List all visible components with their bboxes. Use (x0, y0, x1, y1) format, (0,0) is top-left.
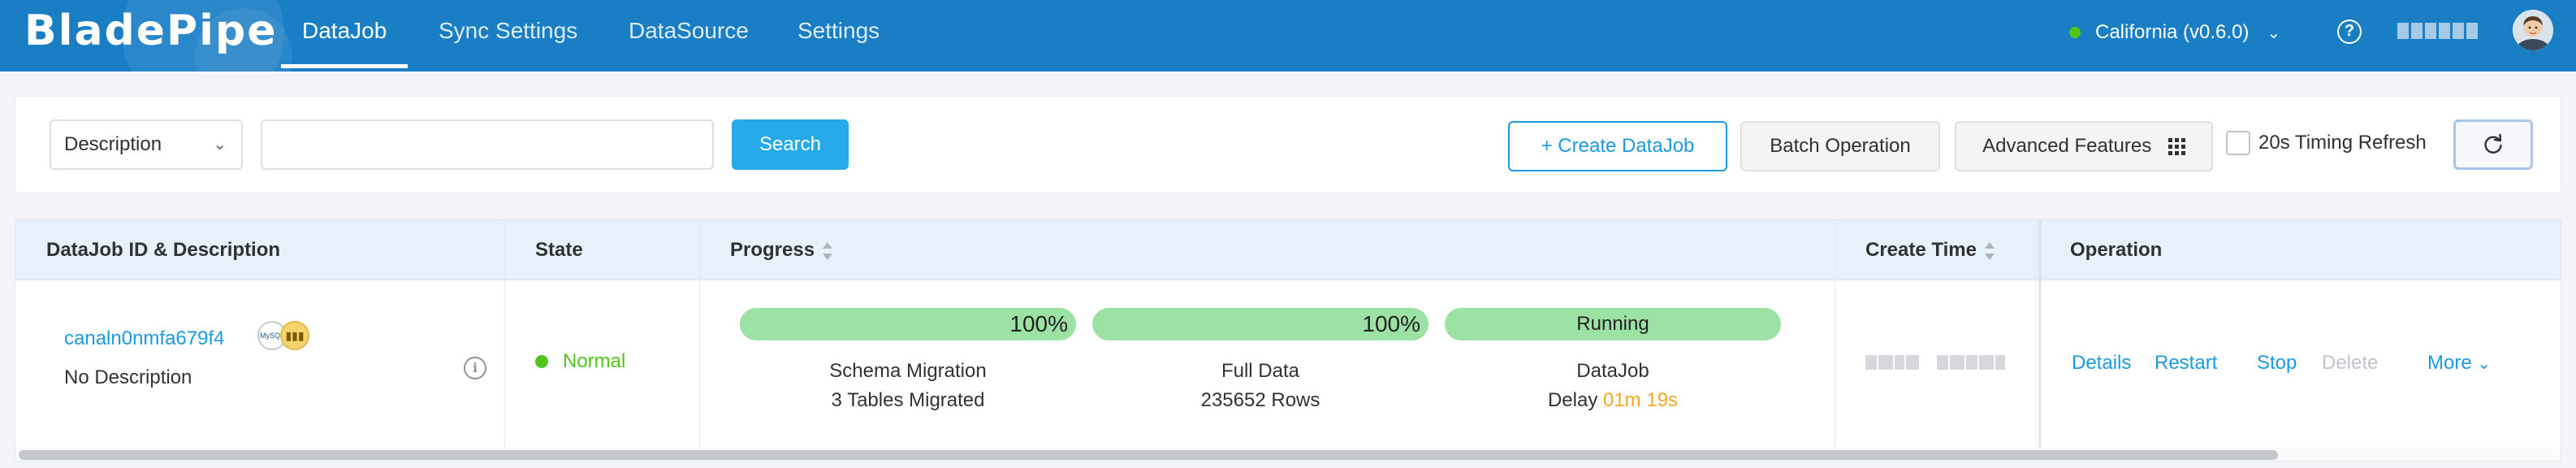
column-divider (699, 220, 700, 461)
details-link[interactable]: Details (2072, 352, 2131, 375)
more-label: More (2427, 352, 2472, 374)
running-status: Running (1576, 313, 1649, 335)
restart-link[interactable]: Restart (2155, 352, 2217, 375)
create-time-header-label: Create Time (1865, 239, 1977, 261)
delay-label: Delay (1547, 389, 1598, 411)
stage-name: Schema Migration (829, 360, 987, 382)
stage-detail: 235652 Rows (1200, 389, 1320, 411)
column-header-id-description: DataJob ID & Description (46, 239, 281, 261)
nav-tab-sync-settings[interactable]: Sync Settings (439, 0, 577, 72)
chevron-down-icon: ⌄ (213, 136, 227, 154)
status-badge: Normal (535, 350, 625, 373)
info-icon[interactable]: i (464, 357, 486, 379)
timing-refresh-toggle[interactable]: 20s Timing Refresh (2226, 131, 2427, 155)
search-input[interactable] (261, 119, 714, 170)
advanced-features-label: Advanced Features (1982, 135, 2152, 157)
avatar-image (2513, 10, 2553, 50)
column-header-progress[interactable]: Progress (730, 220, 833, 280)
delete-link[interactable]: Delete (2322, 352, 2378, 375)
column-header-operation: Operation (2070, 239, 2163, 261)
column-header-create-time[interactable]: Create Time (1865, 220, 1995, 280)
sort-icon[interactable] (823, 241, 833, 260)
region-status-dot (2069, 27, 2081, 38)
grid-icon (2168, 138, 2185, 156)
nav-tab-settings[interactable]: Settings (797, 0, 880, 72)
clickhouse-icon: ▮▮▮ (280, 321, 309, 350)
filter-field-select[interactable]: Description ⌄ (50, 119, 243, 170)
schema-migration-progress-bar: 100% (740, 308, 1076, 340)
region-label: California (v0.6.0) (2095, 21, 2250, 43)
table-header: DataJob ID & Description State Progress … (15, 220, 2561, 280)
create-datajob-button[interactable]: + Create DataJob (1508, 121, 1727, 171)
filter-field-value: Description (64, 133, 162, 155)
column-divider (504, 220, 505, 461)
delay-info: Delay 01m 19s (1445, 389, 1781, 412)
region-selector[interactable]: California (v0.6.0) ⌄ (2069, 18, 2280, 47)
timing-refresh-label: 20s Timing Refresh (2258, 132, 2427, 154)
progress-percent: 100% (1009, 311, 1068, 336)
datajob-description: No Description (64, 366, 192, 388)
nav-tab-datasource[interactable]: DataSource (629, 0, 749, 72)
chevron-down-icon: ⌄ (2267, 24, 2281, 42)
stop-link[interactable]: Stop (2257, 352, 2297, 375)
advanced-features-button[interactable]: Advanced Features (1955, 121, 2213, 171)
refresh-icon (2484, 133, 2502, 154)
full-data-progress-bar: 100% (1092, 308, 1428, 340)
status-dot (535, 355, 548, 368)
horizontal-scrollbar[interactable] (15, 448, 2561, 461)
progress-header-label: Progress (730, 239, 815, 261)
datasource-icons: MySQL ▮▮▮ (257, 321, 309, 350)
search-button[interactable]: Search (732, 119, 849, 170)
column-header-state: State (535, 239, 583, 261)
fixed-column-shadow (2039, 220, 2041, 461)
more-dropdown[interactable]: More ⌄ (2427, 352, 2491, 375)
username-redacted[interactable] (2397, 23, 2478, 39)
delay-value: 01m 19s (1602, 389, 1679, 411)
scrollbar-thumb[interactable] (19, 450, 2278, 460)
refresh-button[interactable] (2453, 119, 2533, 170)
datajob-table: DataJob ID & Description State Progress … (15, 219, 2561, 462)
datajob-id-link[interactable]: canaln0nmfa679f4 (64, 327, 224, 350)
progress-percent: 100% (1362, 311, 1420, 336)
user-avatar[interactable] (2513, 10, 2553, 50)
status-label: Normal (563, 350, 626, 372)
stage-name: Full Data (1221, 360, 1300, 382)
sort-icon[interactable] (1984, 241, 1995, 260)
top-navigation-bar: BladePipe DataJob Sync Settings DataSour… (0, 0, 2576, 72)
batch-operation-button[interactable]: Batch Operation (1740, 121, 1940, 171)
filter-toolbar: Description ⌄ Search + Create DataJob Ba… (15, 96, 2561, 193)
stage-detail: 3 Tables Migrated (831, 389, 985, 411)
datajob-running-bar: Running (1445, 308, 1781, 340)
create-time-redacted (1865, 355, 2005, 370)
chevron-down-icon: ⌄ (2477, 355, 2492, 373)
help-icon[interactable]: ? (2337, 20, 2362, 44)
stage-name: DataJob (1576, 360, 1649, 382)
timing-refresh-checkbox[interactable] (2226, 131, 2250, 155)
app-logo[interactable]: BladePipe (24, 6, 277, 55)
nav-tab-datajob[interactable]: DataJob (280, 0, 408, 72)
